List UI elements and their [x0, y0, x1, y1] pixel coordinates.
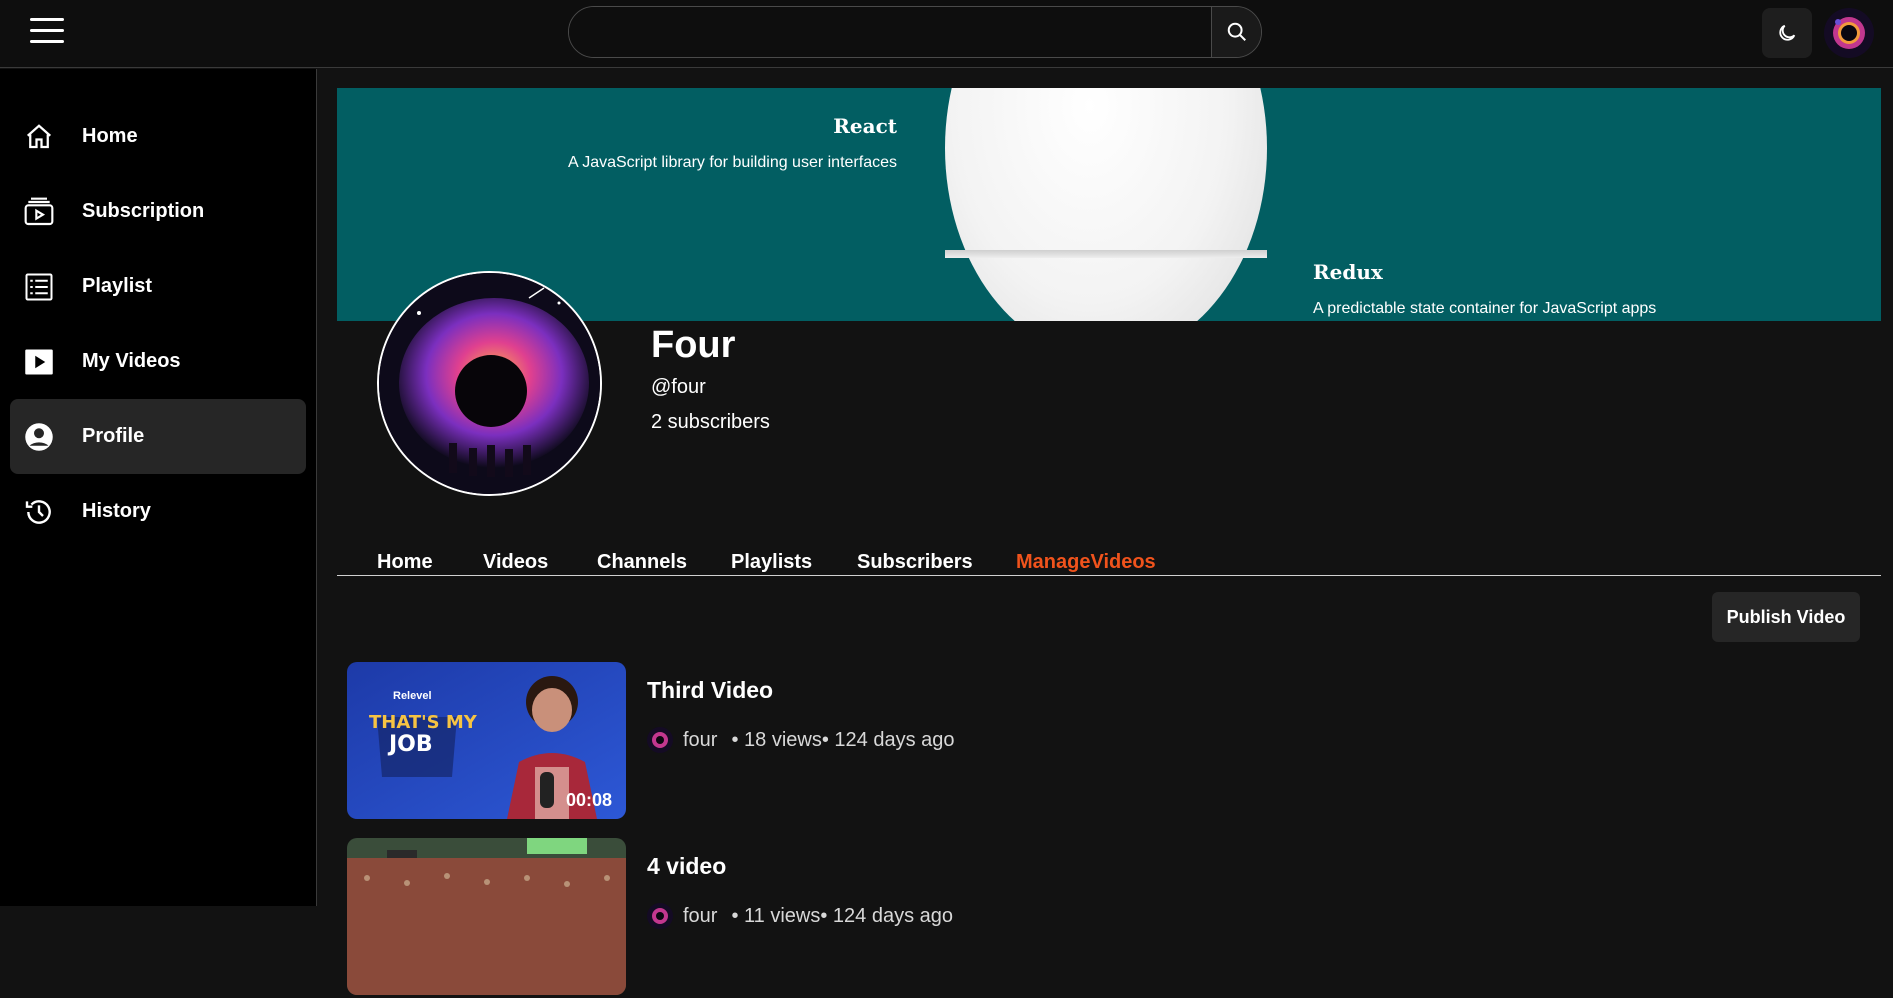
play-icon: [22, 345, 56, 379]
sidebar-item-label: Home: [82, 125, 138, 147]
search-bar: [568, 6, 1262, 58]
banner-react-title: React: [833, 114, 897, 138]
video-stats: • 18 views• 124 days ago: [731, 728, 955, 751]
search-input[interactable]: [569, 7, 1211, 57]
sidebar-item-subscription[interactable]: Subscription: [10, 174, 306, 249]
sidebar-item-history[interactable]: History: [10, 474, 306, 549]
video-title[interactable]: 4 video: [647, 853, 726, 880]
user-avatar[interactable]: [1824, 8, 1874, 58]
tab-playlists[interactable]: Playlists: [731, 551, 812, 574]
video-thumbnail[interactable]: [347, 838, 626, 995]
banner-illustration: [945, 88, 1267, 321]
tab-home[interactable]: Home: [377, 551, 433, 574]
thumbnail-title-text-2: JOB: [389, 732, 433, 757]
sidebar-item-label: My Videos: [82, 350, 181, 372]
channel-name: Four: [651, 324, 736, 366]
thumbnail-brand-text: Relevel: [393, 690, 432, 702]
theme-toggle-button[interactable]: [1762, 8, 1812, 58]
video-meta: four • 18 views• 124 days ago: [647, 727, 955, 753]
sidebar-item-label: History: [82, 500, 151, 522]
sidebar-item-label: Profile: [82, 425, 145, 447]
tab-subscribers[interactable]: Subscribers: [857, 551, 973, 574]
search-icon: [1227, 22, 1246, 41]
channel-handle: @four: [651, 376, 706, 398]
tab-manage-videos[interactable]: ManageVideos: [1016, 551, 1156, 574]
video-item[interactable]: 4 video four • 11 views• 124 days ago: [347, 838, 1847, 998]
sidebar: Home Subscription Playlist My Videos Pro…: [0, 69, 317, 906]
video-item[interactable]: Relevel THAT'S MY JOB 00:08 Third Video …: [347, 662, 1847, 822]
channel-mini-avatar: [647, 903, 673, 929]
video-stats: • 11 views• 124 days ago: [731, 904, 954, 927]
sidebar-item-label: Subscription: [82, 200, 205, 222]
publish-video-button[interactable]: Publish Video: [1712, 592, 1860, 642]
banner-redux-title: Redux: [1313, 260, 1383, 284]
video-title[interactable]: Third Video: [647, 677, 773, 704]
menu-icon[interactable]: [30, 18, 64, 48]
channel-avatar: [377, 271, 602, 496]
video-thumbnail[interactable]: Relevel THAT'S MY JOB 00:08: [347, 662, 626, 819]
sidebar-item-label: Playlist: [82, 275, 153, 297]
thumbnail-title-text-1: THAT'S MY: [369, 712, 477, 733]
banner-react-subtitle: A JavaScript library for building user i…: [567, 154, 897, 171]
top-bar: [0, 0, 1893, 68]
home-icon: [22, 120, 56, 154]
subscription-icon: [22, 195, 56, 229]
history-icon: [22, 495, 56, 529]
video-channel-name: four: [683, 728, 718, 751]
sidebar-item-my-videos[interactable]: My Videos: [10, 324, 306, 399]
sidebar-item-home[interactable]: Home: [10, 99, 306, 174]
sidebar-item-profile[interactable]: Profile: [10, 399, 306, 474]
tab-videos[interactable]: Videos: [483, 551, 548, 574]
video-channel-name: four: [683, 904, 718, 927]
sidebar-item-playlist[interactable]: Playlist: [10, 249, 306, 324]
moon-icon: [1779, 24, 1796, 41]
search-button[interactable]: [1211, 7, 1261, 57]
banner-redux-subtitle: A predictable state container for JavaSc…: [1313, 300, 1657, 317]
channel-tabs: Home Videos Channels Playlists Subscribe…: [337, 536, 1881, 576]
video-meta: four • 11 views• 124 days ago: [647, 903, 953, 929]
channel-mini-avatar: [647, 727, 673, 753]
playlist-icon: [22, 270, 56, 304]
tab-channels[interactable]: Channels: [597, 551, 687, 574]
subscriber-count: 2 subscribers: [651, 411, 770, 433]
channel-banner: React A JavaScript library for building …: [337, 88, 1881, 321]
user-circle-icon: [22, 420, 56, 454]
video-duration: 00:08: [565, 790, 612, 810]
